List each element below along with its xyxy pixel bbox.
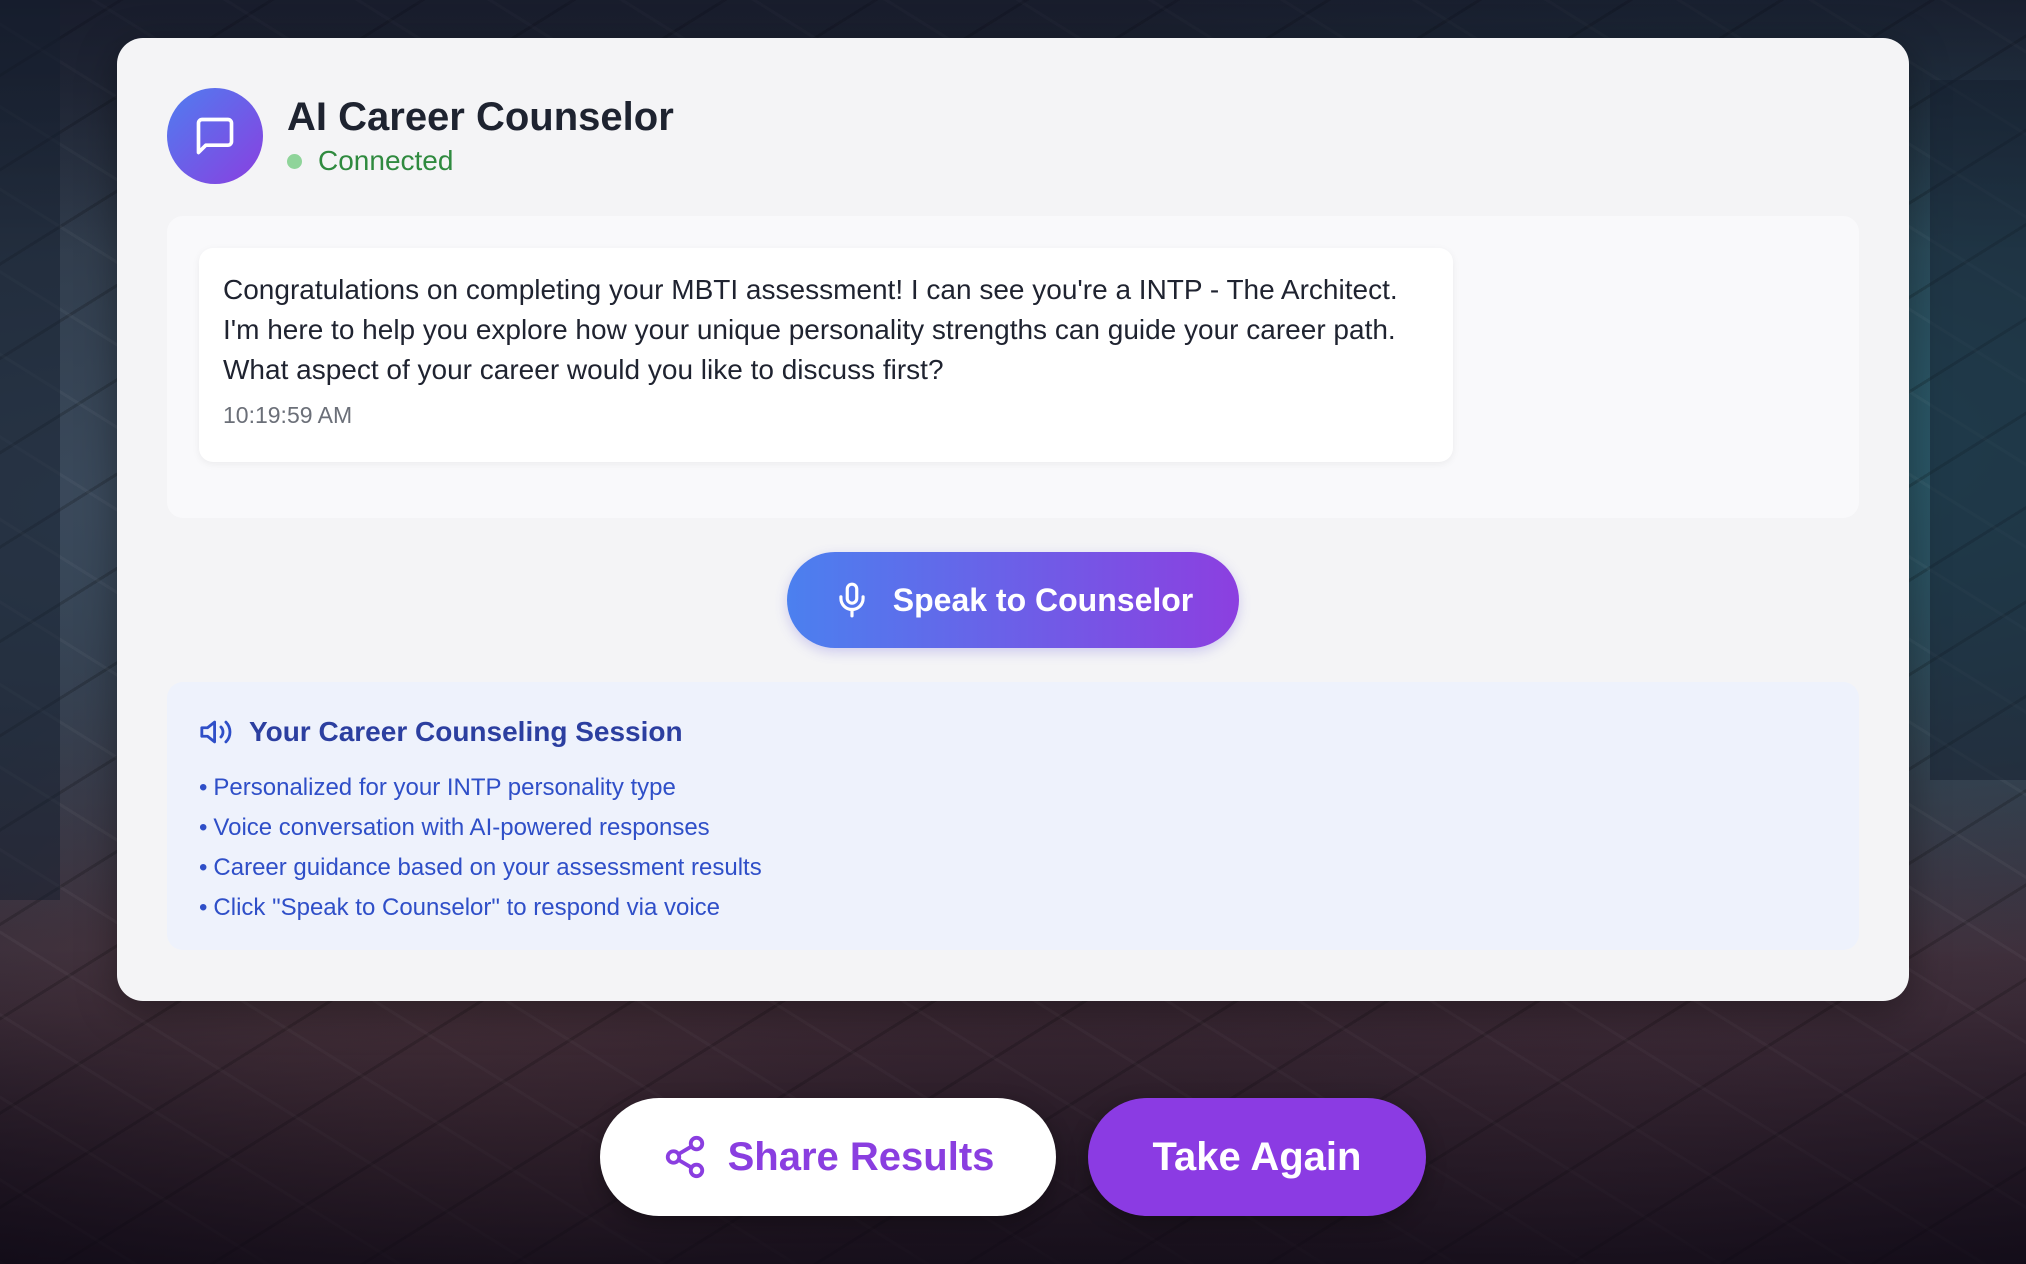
- status-dot-icon: [287, 153, 302, 169]
- speaker-icon: [199, 715, 233, 749]
- background-shelf: [0, 0, 60, 900]
- list-item-text: Personalized for your INTP personality t…: [213, 774, 676, 801]
- counselor-avatar: [167, 88, 263, 184]
- bullet: •: [199, 774, 208, 801]
- list-item-text: Click "Speak to Counselor" to respond vi…: [213, 894, 721, 921]
- session-info-heading: Your Career Counseling Session: [199, 712, 1827, 752]
- background-window: [1930, 80, 2026, 780]
- bullet: •: [199, 894, 208, 921]
- microphone-icon: [833, 581, 871, 619]
- session-info-list: • Personalized for your INTP personality …: [199, 768, 1827, 928]
- status-text: Connected: [318, 145, 454, 176]
- share-results-button[interactable]: Share Results: [600, 1098, 1056, 1216]
- take-again-label: Take Again: [1152, 1134, 1362, 1179]
- connection-status: Connected: [287, 143, 674, 179]
- share-icon: [662, 1134, 708, 1180]
- session-info-box: Your Career Counseling Session • Personal…: [167, 682, 1859, 950]
- counselor-title-block: AI Career Counselor Connected: [287, 93, 674, 179]
- message-text: Congratulations on completing your MBTI …: [223, 274, 1398, 385]
- bullet: •: [199, 854, 208, 881]
- counselor-title: AI Career Counselor: [287, 95, 674, 139]
- list-item: • Personalized for your INTP personality …: [199, 768, 1827, 808]
- speak-button-label: Speak to Counselor: [892, 581, 1194, 618]
- counselor-card: AI Career Counselor Connected Congratula…: [117, 38, 1909, 1001]
- session-info-title: Your Career Counseling Session: [249, 716, 683, 747]
- list-item: • Career guidance based on your assessmen…: [199, 848, 1827, 888]
- counselor-message: Congratulations on completing your MBTI …: [199, 248, 1453, 462]
- list-item-text: Career guidance based on your assessment…: [213, 854, 762, 881]
- speak-to-counselor-button[interactable]: Speak to Counselor: [787, 552, 1239, 648]
- chat-area[interactable]: Congratulations on completing your MBTI …: [167, 216, 1859, 518]
- list-item: • Click "Speak to Counselor" to respond v…: [199, 888, 1827, 928]
- list-item: • Voice conversation with AI-powered resp…: [199, 808, 1827, 848]
- bullet: •: [199, 814, 208, 841]
- share-results-label: Share Results: [727, 1134, 995, 1179]
- list-item-text: Voice conversation with AI-powered respo…: [213, 814, 710, 841]
- counselor-header: AI Career Counselor Connected: [167, 88, 674, 184]
- message-timestamp: 10:19:59 AM: [223, 402, 353, 428]
- chat-bubble-icon: [196, 117, 234, 155]
- take-again-button[interactable]: Take Again: [1088, 1098, 1426, 1216]
